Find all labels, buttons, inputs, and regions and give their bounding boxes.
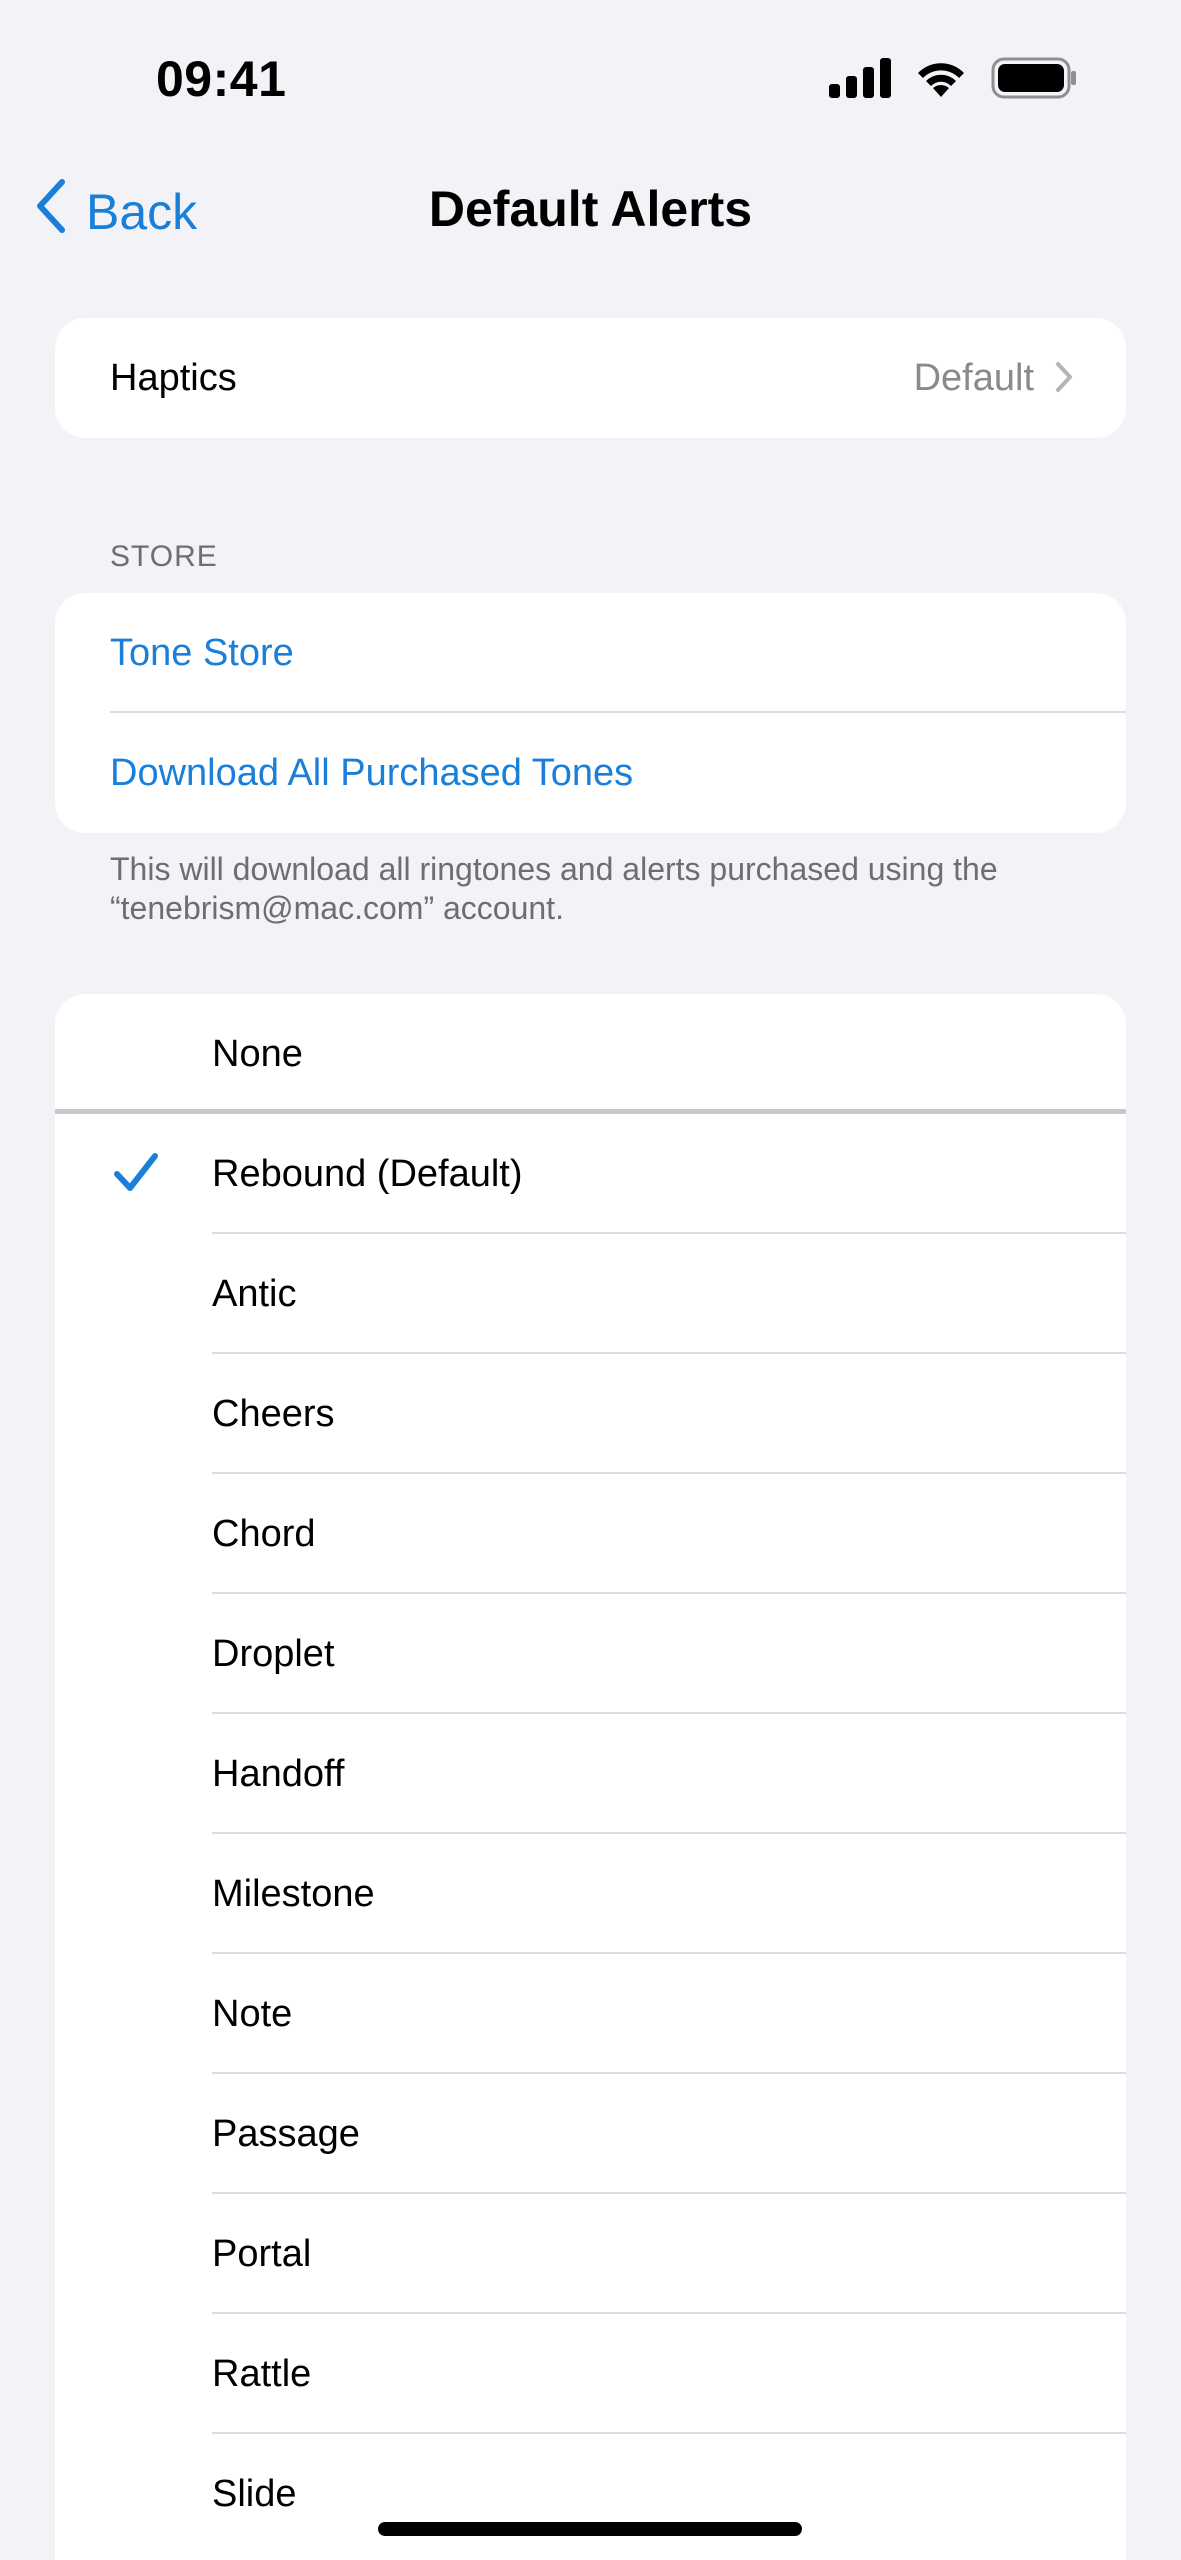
tone-label: Handoff: [212, 1752, 345, 1795]
haptics-group: Haptics Default: [55, 318, 1126, 438]
tone-label: Portal: [212, 2232, 312, 2275]
tone-row[interactable]: Passage: [55, 2074, 1126, 2194]
tone-label: Passage: [212, 2112, 360, 2155]
tone-row[interactable]: Note: [55, 1954, 1126, 2074]
tone-label: Milestone: [212, 1872, 375, 1915]
tone-none-label: None: [212, 1032, 303, 1075]
tone-label: Antic: [212, 1272, 297, 1315]
tone-row[interactable]: Rattle: [55, 2314, 1126, 2434]
battery-icon: [991, 57, 1077, 104]
cellular-signal-icon: [829, 57, 891, 103]
home-indicator: [378, 2522, 802, 2536]
wifi-icon: [913, 57, 969, 104]
tone-row[interactable]: Milestone: [55, 1834, 1126, 1954]
tone-list: Rebound (Default) Antic Cheers Chord Droplet…: [55, 1114, 1126, 2554]
checkmark-icon: [113, 1150, 159, 1206]
download-all-link: Download All Purchased Tones: [110, 751, 634, 794]
download-all-row[interactable]: Download All Purchased Tones: [55, 713, 1126, 833]
tone-label: Note: [212, 1992, 293, 2035]
tone-row[interactable]: Slide: [55, 2434, 1126, 2554]
tone-row[interactable]: Handoff: [55, 1714, 1126, 1834]
tone-label: Slide: [212, 2472, 297, 2515]
tone-store-row[interactable]: Tone Store: [55, 593, 1126, 713]
tone-row[interactable]: Rebound (Default): [55, 1114, 1126, 1234]
default-alerts-screen: 09:41 Back Default Alerts Haptics Defaul…: [0, 0, 1181, 2560]
page-title: Default Alerts: [428, 181, 753, 237]
status-time: 09:41: [156, 51, 287, 107]
haptics-label: Haptics: [110, 356, 237, 399]
tone-label: Cheers: [212, 1392, 335, 1435]
store-footer-note: This will download all ringtones and ale…: [110, 851, 998, 926]
tones-group: None Rebound (Default) Antic Cheers Chord Dr…: [55, 994, 1126, 2560]
haptics-row[interactable]: Haptics Default: [55, 318, 1126, 438]
tone-row[interactable]: Chord: [55, 1474, 1126, 1594]
tone-store-link: Tone Store: [110, 631, 294, 674]
store-section-header: STORE: [110, 540, 218, 573]
tone-label: Rattle: [212, 2352, 312, 2395]
status-icons: [829, 57, 1077, 104]
tone-label: Rebound (Default): [212, 1152, 523, 1195]
status-bar: 09:41: [0, 0, 1181, 150]
tone-row-none[interactable]: None: [55, 994, 1126, 1114]
tone-label: Droplet: [212, 1632, 335, 1675]
tone-row[interactable]: Portal: [55, 2194, 1126, 2314]
chevron-right-icon: [1054, 360, 1074, 404]
tone-row[interactable]: Droplet: [55, 1594, 1126, 1714]
haptics-value: Default: [913, 356, 1034, 399]
tone-row[interactable]: Cheers: [55, 1354, 1126, 1474]
tone-label: Chord: [212, 1512, 316, 1555]
store-group: Tone Store Download All Purchased Tones: [55, 593, 1126, 833]
tone-row[interactable]: Antic: [55, 1234, 1126, 1354]
navigation-bar: Back Default Alerts: [0, 160, 1181, 255]
